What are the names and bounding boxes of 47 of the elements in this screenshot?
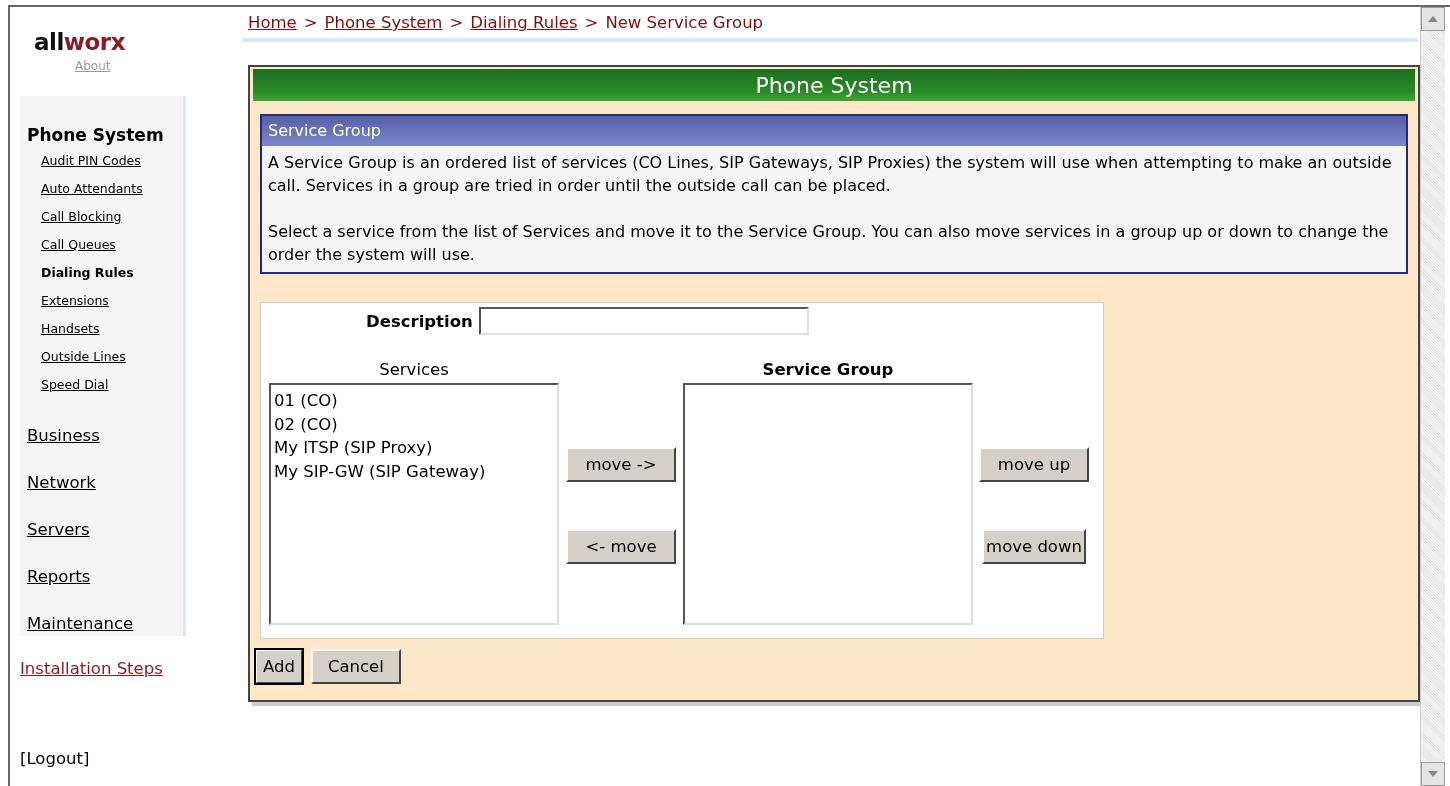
breadcrumb-separator: > — [303, 13, 318, 32]
sidebar-section-title: Phone System — [27, 125, 164, 145]
panel-title: Phone System — [253, 69, 1415, 101]
sidebar-item[interactable]: Speed Dial — [41, 371, 109, 399]
sidebar-item[interactable]: Auto Attendants — [41, 175, 143, 203]
info-paragraph: A Service Group is an ordered list of services (CO Lines, SIP Gateways, SIP Proxies) the system will use when attempting to make an outside call. Services in a group are tried in order until the outside call can be placed. — [268, 152, 1393, 197]
sidebar-item[interactable]: Audit PIN Codes — [41, 147, 141, 175]
scrollbar[interactable] — [1420, 7, 1445, 786]
sidebar-item[interactable]: Handsets — [41, 315, 100, 343]
service-option[interactable]: 02 (CO) — [274, 412, 338, 436]
scroll-down-icon[interactable] — [1421, 762, 1445, 786]
sidebar-item[interactable]: Outside Lines — [41, 343, 126, 371]
service-option[interactable]: 01 (CO) — [274, 389, 338, 413]
sidebar-section-link[interactable]: Reports — [27, 566, 91, 587]
logo: allworx — [34, 29, 126, 55]
service-option[interactable]: My SIP-GW (SIP Gateway) — [274, 459, 486, 483]
info-paragraph: Select a service from the list of Services and move it to the Service Group. You can also move services in a group up or down to change the order the system will use. — [268, 221, 1390, 266]
installation-steps-link[interactable]: Installation Steps — [20, 659, 163, 678]
sidebar-item[interactable]: Dialing Rules — [41, 259, 134, 287]
sidebar-item[interactable]: Call Blocking — [41, 203, 122, 231]
scroll-up-icon[interactable] — [1421, 7, 1445, 31]
move-up-button[interactable]: move up — [978, 447, 1090, 482]
breadcrumb-separator: > — [449, 13, 464, 32]
info-box-title: Service Group — [262, 116, 1406, 146]
breadcrumb-link[interactable]: Phone System — [324, 13, 443, 32]
breadcrumb-link[interactable]: Home — [248, 13, 297, 32]
logout-link[interactable]: [Logout] — [20, 749, 90, 768]
sidebar-section-link[interactable]: Network — [27, 472, 96, 493]
breadcrumb-link[interactable]: Dialing Rules — [470, 13, 578, 32]
move-right-button[interactable]: move -> — [566, 447, 676, 482]
sidebar-section-link[interactable]: Servers — [27, 519, 90, 540]
services-listbox[interactable]: 01 (CO) 02 (CO) My ITSP (SIP Proxy) My SIP-GW (SIP Gateway) — [269, 383, 559, 625]
form-button[interactable]: Add — [255, 649, 303, 684]
service-option[interactable]: My ITSP (SIP Proxy) — [274, 436, 433, 460]
services-label: Services — [379, 360, 449, 379]
breadcrumb-current: New Service Group — [605, 13, 764, 32]
sidebar-item[interactable]: Extensions — [41, 287, 109, 315]
sidebar-section-link[interactable]: Maintenance — [27, 613, 134, 634]
breadcrumb-separator: > — [584, 13, 599, 32]
description-field[interactable] — [478, 307, 809, 335]
move-down-button[interactable]: move down — [982, 529, 1086, 564]
description-label: Description — [366, 311, 473, 331]
sidebar-item[interactable]: Call Queues — [41, 231, 116, 259]
form-button[interactable]: Cancel — [310, 649, 401, 684]
move-left-button[interactable]: <- move — [566, 529, 676, 564]
service-group-label: Service Group — [762, 360, 894, 379]
sidebar-section-link[interactable]: Business — [27, 425, 100, 446]
